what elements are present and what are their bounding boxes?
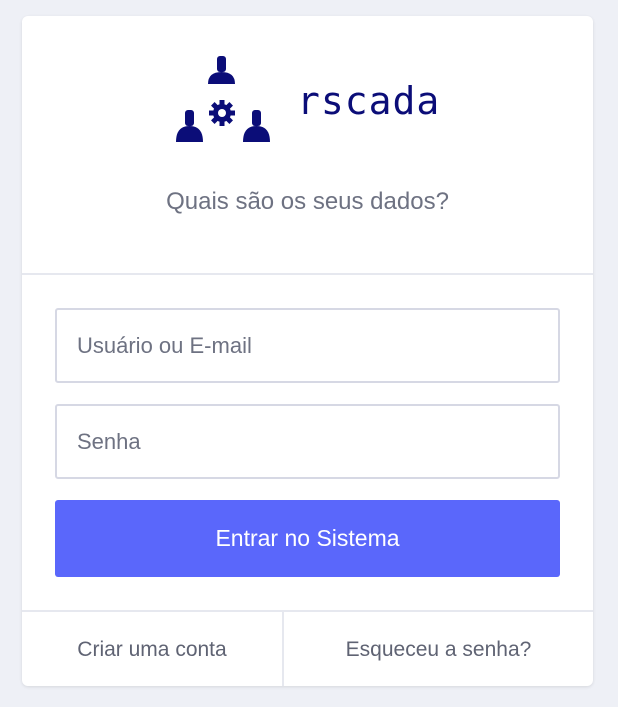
forgot-password-link[interactable]: Esqueceu a senha? xyxy=(284,612,593,686)
login-card: rscada Quais são os seus dados? Entrar n… xyxy=(22,16,593,686)
login-submit-button[interactable]: Entrar no Sistema xyxy=(55,500,560,577)
login-footer: Criar uma conta Esqueceu a senha? xyxy=(22,610,593,686)
login-header: rscada Quais são os seus dados? xyxy=(22,16,593,275)
page-subtitle: Quais são os seus dados? xyxy=(166,188,449,215)
brand-name: rscada xyxy=(297,79,441,123)
username-input[interactable] xyxy=(55,308,560,383)
people-gear-icon xyxy=(176,56,270,142)
password-input[interactable] xyxy=(55,404,560,479)
create-account-link[interactable]: Criar uma conta xyxy=(22,612,282,686)
